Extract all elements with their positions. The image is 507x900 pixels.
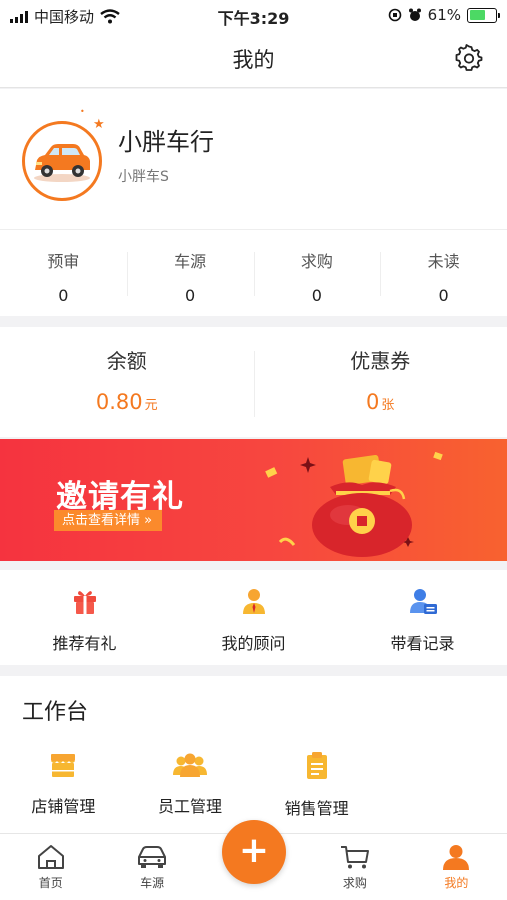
- store-management-button[interactable]: 店铺管理: [0, 751, 127, 819]
- gear-icon[interactable]: [455, 44, 483, 72]
- workbench-item-label: 店铺管理: [31, 797, 96, 816]
- clipboard-icon: [306, 752, 327, 779]
- battery-percentage: 61%: [427, 6, 461, 24]
- coupon-label: 优惠券: [350, 349, 411, 373]
- advisor-icon: [242, 589, 265, 614]
- coupon-amount: 0张: [254, 390, 507, 414]
- sparkle-icon: ★: [93, 117, 105, 132]
- quick-actions: 推荐有礼 我的顾问 带看记录: [0, 570, 507, 665]
- user-icon: [443, 845, 470, 870]
- recommend-gift-button[interactable]: 推荐有礼: [0, 570, 169, 665]
- stat-label: 车源: [174, 252, 207, 271]
- quick-action-label: 我的顾问: [221, 634, 286, 653]
- balance-label: 余额: [106, 349, 147, 373]
- stat-wanted[interactable]: 求购 0: [253, 230, 381, 316]
- balance-unit: 元: [144, 398, 158, 413]
- stat-label: 求购: [300, 252, 333, 271]
- car-icon: [34, 144, 90, 182]
- stat-label: 预审: [47, 252, 80, 271]
- coupon-unit: 张: [381, 398, 395, 413]
- stat-preapproval[interactable]: 预审 0: [0, 230, 127, 316]
- viewing-record-button[interactable]: 带看记录: [338, 570, 507, 665]
- lucky-bag-icon: [265, 451, 443, 557]
- balance-value: 0.80: [95, 390, 143, 414]
- profile-subtitle: 小胖车S: [118, 169, 169, 185]
- battery-icon: [467, 7, 500, 23]
- quick-action-label: 推荐有礼: [52, 634, 117, 653]
- stat-value: 0: [311, 286, 322, 305]
- banner-details-link[interactable]: 点击查看详情 »: [54, 510, 163, 531]
- store-icon: [51, 754, 76, 777]
- workbench-section: 工作台 店铺管理 员工管理 销售管理: [0, 676, 507, 836]
- tab-label: 我的: [444, 876, 469, 890]
- page-title: 我的: [232, 48, 275, 72]
- coupon-value: 0: [366, 390, 380, 414]
- balance-amount: 0.80 元: [0, 390, 254, 414]
- home-icon: [37, 845, 64, 869]
- staff-icon: [173, 753, 207, 777]
- alarm-icon: [408, 8, 421, 21]
- nav-bar: 我的: [0, 30, 507, 88]
- tab-car-source[interactable]: 车源: [101, 834, 202, 900]
- car-icon: [138, 846, 167, 868]
- quick-action-label: 带看记录: [390, 634, 455, 653]
- tab-label: 求购: [342, 876, 367, 890]
- stat-car-source[interactable]: 车源 0: [126, 230, 254, 316]
- gift-icon: [73, 591, 96, 614]
- stat-value: 0: [58, 286, 69, 305]
- tab-wanted[interactable]: 求购: [304, 834, 405, 900]
- stat-value: 0: [438, 286, 449, 305]
- add-button[interactable]: +: [222, 820, 286, 884]
- stat-value: 0: [185, 286, 196, 305]
- cart-icon: [340, 846, 369, 869]
- stat-unread[interactable]: 未读 0: [380, 230, 507, 316]
- balance-section[interactable]: 余额 0.80 元: [0, 327, 254, 437]
- profile-name: 小胖车行: [118, 128, 214, 156]
- tab-home[interactable]: 首页: [0, 834, 101, 900]
- profile-card[interactable]: ★ • 小胖车行 小胖车S: [0, 89, 507, 229]
- invite-banner[interactable]: 邀请有礼 点击查看详情 »: [0, 439, 507, 561]
- stats-row: 预审 0 车源 0 求购 0 未读 0: [0, 229, 507, 316]
- sales-management-button[interactable]: 销售管理: [253, 751, 380, 819]
- coupon-section[interactable]: 优惠券 0张: [253, 327, 507, 437]
- my-advisor-button[interactable]: 我的顾问: [169, 570, 338, 665]
- sparkle-icon: •: [80, 107, 85, 116]
- wallet-panel: 余额 0.80 元 优惠券 0张: [0, 327, 507, 437]
- viewing-record-icon: [409, 589, 437, 614]
- status-bar: 中国移动 下午3:29 61%: [0, 0, 507, 30]
- tab-label: 首页: [38, 876, 63, 890]
- plus-icon: +: [238, 830, 270, 871]
- tab-mine[interactable]: 我的: [406, 834, 507, 900]
- workbench-item-label: 员工管理: [158, 797, 223, 816]
- avatar[interactable]: [22, 121, 102, 201]
- staff-management-button[interactable]: 员工管理: [127, 751, 254, 819]
- orientation-lock-icon: [388, 8, 401, 22]
- tab-label: 车源: [140, 876, 165, 890]
- workbench-item-label: 销售管理: [284, 799, 349, 818]
- stat-label: 未读: [427, 252, 460, 271]
- workbench-title: 工作台: [22, 700, 89, 725]
